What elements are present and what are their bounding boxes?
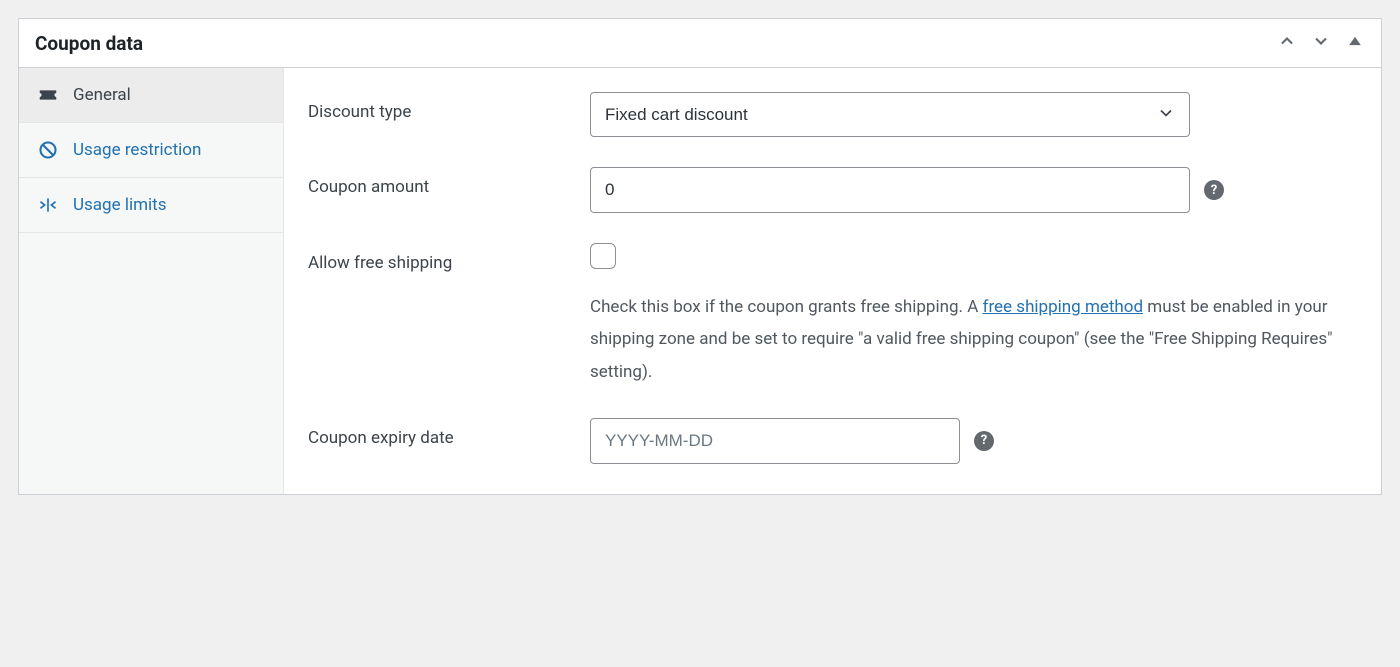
free-shipping-method-link[interactable]: free shipping method <box>983 297 1144 317</box>
content-area: Discount type Fixed cart discount <box>284 68 1381 494</box>
free-shipping-checkbox[interactable] <box>590 243 616 269</box>
row-discount-type: Discount type Fixed cart discount <box>308 92 1357 137</box>
label-expiry-date: Coupon expiry date <box>308 418 590 464</box>
panel-body: General Usage restriction Usage limits D… <box>19 68 1381 494</box>
panel-move-up-icon[interactable] <box>1277 31 1297 55</box>
label-coupon-amount: Coupon amount <box>308 167 590 213</box>
coupon-amount-input[interactable] <box>590 167 1190 213</box>
panel-toggle-icon[interactable] <box>1345 31 1365 55</box>
sidebar-item-general[interactable]: General <box>19 68 283 123</box>
help-icon[interactable]: ? <box>1204 180 1224 200</box>
no-entry-icon <box>37 139 59 161</box>
panel-header: Coupon data <box>19 19 1381 68</box>
collapse-icon <box>37 194 59 216</box>
ticket-icon <box>37 84 59 106</box>
row-free-shipping: Allow free shipping Check this box if th… <box>308 243 1357 388</box>
sidebar-item-usage-restriction[interactable]: Usage restriction <box>19 123 283 178</box>
panel-title: Coupon data <box>35 32 1277 55</box>
panel-controls <box>1277 31 1365 55</box>
free-shipping-description: Check this box if the coupon grants free… <box>590 291 1350 388</box>
discount-type-select-wrap: Fixed cart discount <box>590 92 1190 137</box>
panel-move-down-icon[interactable] <box>1311 31 1331 55</box>
expiry-date-input[interactable] <box>590 418 960 464</box>
sidebar-item-label: General <box>73 85 131 105</box>
discount-type-select[interactable]: Fixed cart discount <box>590 92 1190 137</box>
label-free-shipping: Allow free shipping <box>308 243 590 388</box>
sidebar: General Usage restriction Usage limits <box>19 68 284 494</box>
sidebar-item-label: Usage restriction <box>73 140 201 160</box>
sidebar-item-label: Usage limits <box>73 195 166 215</box>
coupon-data-panel: Coupon data General <box>18 18 1382 495</box>
row-expiry-date: Coupon expiry date ? <box>308 418 1357 464</box>
label-discount-type: Discount type <box>308 92 590 137</box>
help-icon[interactable]: ? <box>974 431 994 451</box>
sidebar-item-usage-limits[interactable]: Usage limits <box>19 178 283 233</box>
row-coupon-amount: Coupon amount ? <box>308 167 1357 213</box>
